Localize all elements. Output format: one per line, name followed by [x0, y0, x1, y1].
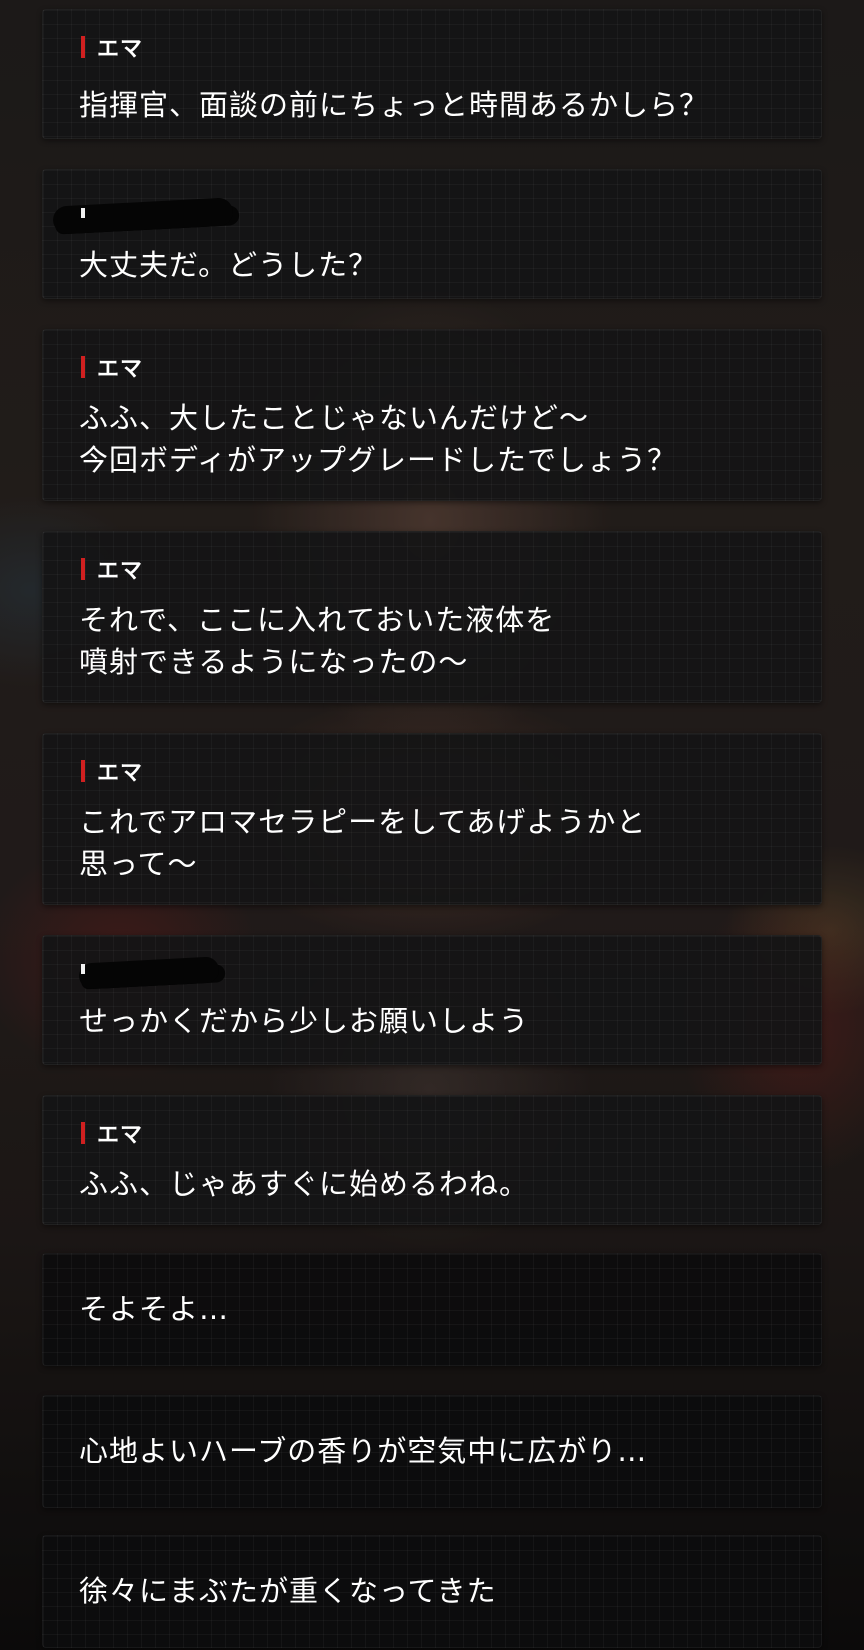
- speaker-accent-bar: [81, 760, 85, 782]
- dialogue-line: これでアロマセラピーをしてあげようかと: [79, 805, 647, 839]
- narration-line: 心地よいハーブの香りが空気中に広がり…: [79, 1434, 648, 1468]
- narration-line: 徐々にまぶたが重くなってきた: [79, 1574, 497, 1608]
- speaker-tag: エマ: [81, 558, 143, 584]
- dialogue-box[interactable]: エマ 指揮官、面談の前にちょっと時間あるかしら？: [42, 9, 822, 139]
- speaker-tag: エマ: [81, 760, 143, 786]
- dialogue-line: ふふ、大したことじゃないんだけど～: [79, 401, 590, 435]
- dialogue-box[interactable]: 大丈夫だ。どうした？: [42, 169, 822, 299]
- speaker-tag: [43, 942, 283, 1002]
- dialogue-line: 今回ボディがアップグレードしたでしょう？: [79, 443, 677, 477]
- dialogue-box[interactable]: せっかくだから少しお願いしよう: [42, 935, 822, 1065]
- dialogue-line: 指揮官、面談の前にちょっと時間あるかしら？: [79, 88, 710, 122]
- dialogue-box[interactable]: エマ それで、ここに入れておいた液体を 噴射できるようになったの～: [42, 531, 822, 703]
- dialogue-line: せっかくだから少しお願いしよう: [79, 1004, 530, 1038]
- redacted-speaker-name: [52, 197, 234, 235]
- dialogue-line: 思って～: [79, 847, 198, 881]
- dialogue-line: それで、ここに入れておいた液体を: [79, 603, 556, 637]
- speaker-tag: エマ: [81, 356, 143, 382]
- speaker-tag: エマ: [81, 36, 143, 62]
- dialogue-box[interactable]: エマ これでアロマセラピーをしてあげようかと 思って～: [42, 733, 822, 905]
- speaker-name-fragment: [81, 964, 85, 974]
- narration-box[interactable]: そよそよ…: [42, 1253, 822, 1366]
- speaker-name: エマ: [97, 1123, 144, 1148]
- redacted-speaker-name: [78, 956, 220, 990]
- speaker-tag: [43, 184, 303, 244]
- narration-box[interactable]: 心地よいハーブの香りが空気中に広がり…: [42, 1395, 822, 1508]
- speaker-name: エマ: [97, 357, 144, 382]
- narration-line: そよそよ…: [79, 1292, 230, 1326]
- dialogue-box[interactable]: エマ ふふ、大したことじゃないんだけど～ 今回ボディがアップグレードしたでしょう…: [42, 329, 822, 501]
- speaker-name: エマ: [97, 559, 144, 584]
- speaker-name: エマ: [97, 761, 144, 786]
- speaker-accent-bar: [81, 36, 85, 58]
- speaker-accent-bar: [81, 356, 85, 378]
- speaker-name: エマ: [97, 37, 144, 62]
- speaker-name-fragment: [81, 208, 85, 218]
- dialogue-box[interactable]: エマ ふふ、じゃあすぐに始めるわね。: [42, 1095, 822, 1225]
- speaker-accent-bar: [81, 558, 85, 580]
- narration-box[interactable]: 徐々にまぶたが重くなってきた: [42, 1535, 822, 1648]
- dialogue-line: 噴射できるようになったの～: [79, 645, 469, 679]
- speaker-tag: エマ: [81, 1122, 143, 1148]
- dialogue-line: ふふ、じゃあすぐに始めるわね。: [79, 1167, 530, 1201]
- dialogue-line: 大丈夫だ。どうした？: [79, 248, 379, 282]
- speaker-accent-bar: [81, 1122, 85, 1144]
